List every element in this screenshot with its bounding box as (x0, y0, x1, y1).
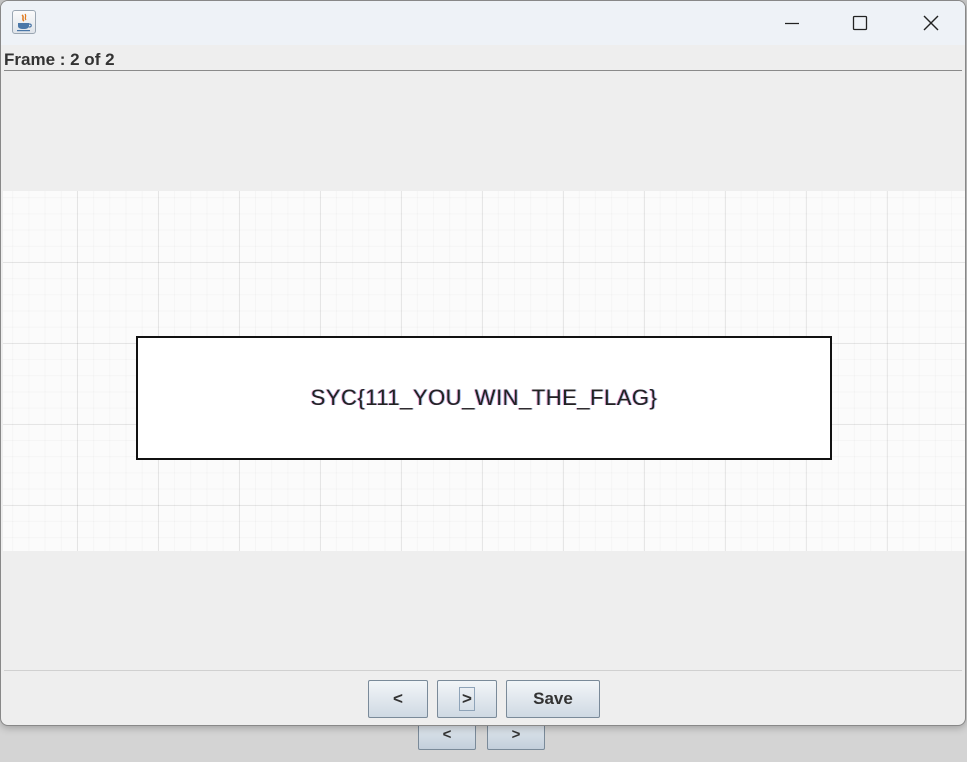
next-frame-label: > (459, 687, 475, 711)
save-button[interactable]: Save (506, 680, 600, 718)
close-button[interactable] (896, 1, 965, 45)
flag-text: SYC{111_YOU_WIN_THE_FLAG} (310, 385, 658, 410)
divider (4, 70, 962, 71)
next-frame-button[interactable]: > (437, 680, 497, 718)
divider (4, 670, 962, 671)
maximize-icon (852, 15, 868, 31)
minimize-button[interactable] (757, 1, 827, 45)
prev-frame-button[interactable]: < (368, 680, 428, 718)
title-bar[interactable] (1, 1, 965, 45)
close-icon (923, 15, 939, 31)
maximize-button[interactable] (825, 1, 895, 45)
save-label: Save (533, 689, 573, 708)
frame-counter-label: Frame : 2 of 2 (4, 50, 115, 69)
minimize-icon (785, 22, 799, 25)
java-icon[interactable] (12, 10, 36, 34)
frame-viewer-window: Frame : 2 of 2 SYC{111_YOU_WIN_THE_FLAG}… (0, 0, 966, 726)
flag-text-box: SYC{111_YOU_WIN_THE_FLAG} (136, 336, 832, 460)
prev-frame-label: < (393, 689, 403, 708)
